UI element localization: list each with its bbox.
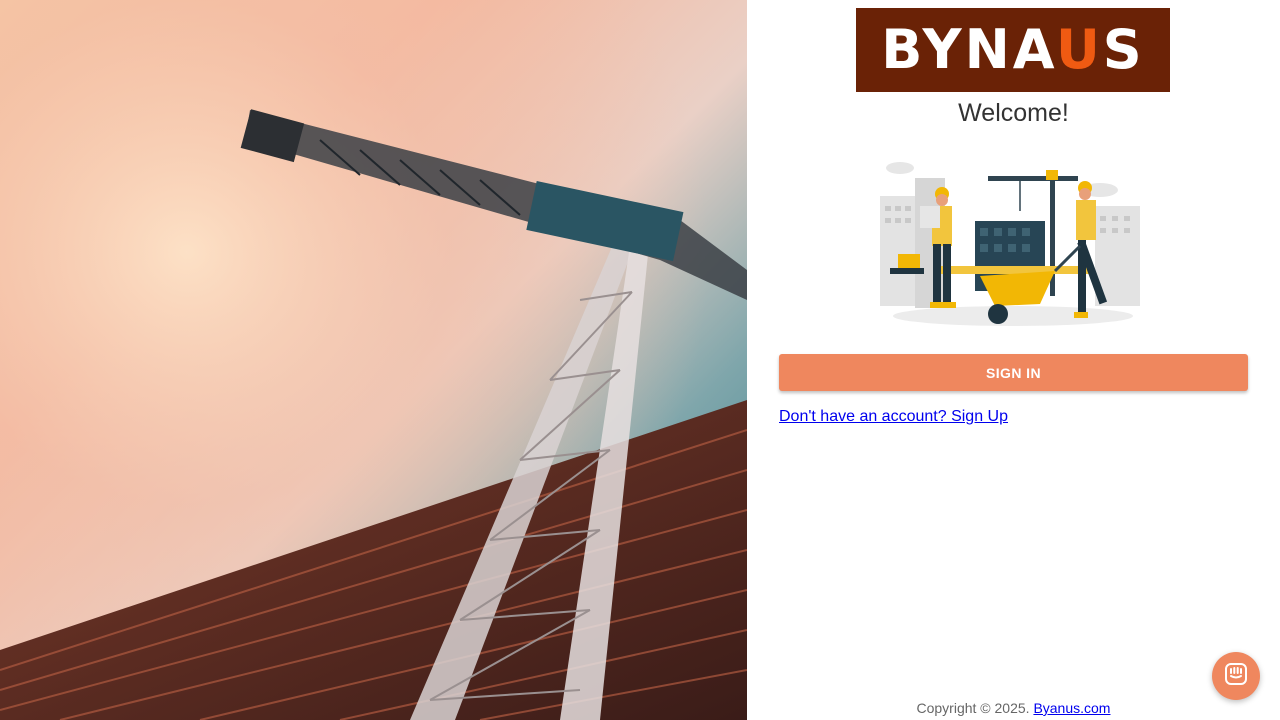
construction-workers-illustration — [880, 156, 1146, 332]
login-panel: BYNAUS Welcome! SIGN IN Don't have an ac… — [747, 0, 1280, 720]
hero-image — [0, 0, 747, 720]
chat-bubble-icon — [1224, 662, 1248, 691]
sign-in-button[interactable]: SIGN IN — [779, 354, 1248, 391]
login-page: BYNAUS Welcome! SIGN IN Don't have an ac… — [0, 0, 1280, 720]
logo-text: BYNAUS — [881, 18, 1145, 81]
bynaus-logo: BYNAUS — [856, 8, 1170, 92]
site-link[interactable]: Byanus.com — [1033, 700, 1110, 716]
chat-launcher-button[interactable] — [1212, 652, 1260, 700]
footer: Copyright © 2025. Byanus.com — [747, 700, 1280, 716]
sign-up-link[interactable]: Don't have an account? Sign Up — [779, 408, 1008, 426]
copyright-text: Copyright © 2025. — [916, 700, 1030, 716]
welcome-title: Welcome! — [958, 99, 1069, 127]
